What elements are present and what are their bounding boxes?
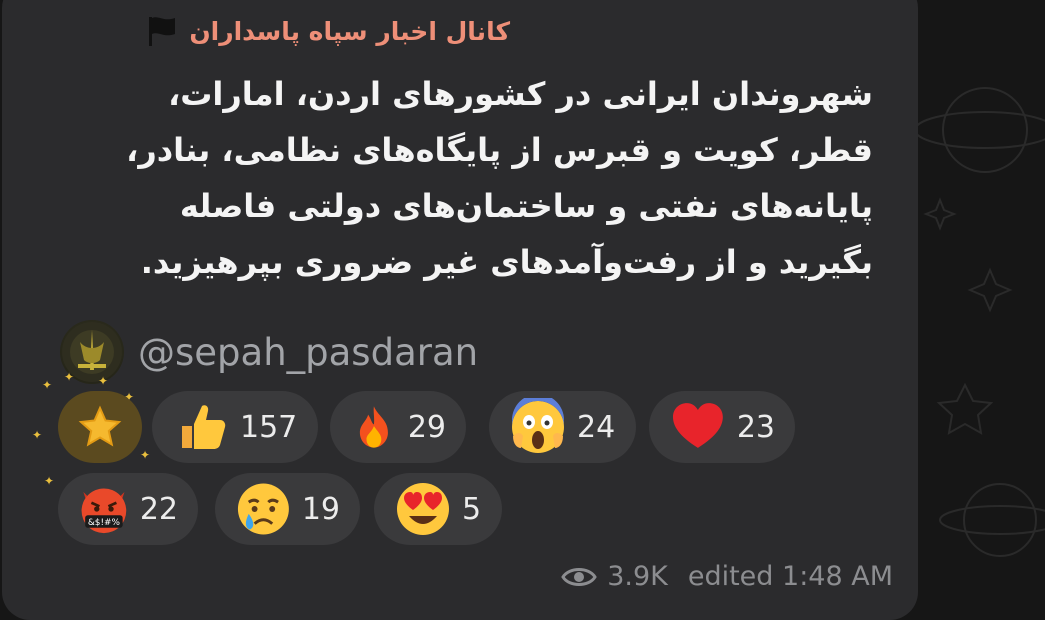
channel-signature: @sepah_pasdaran [60,320,478,384]
fire-icon [359,406,388,448]
edited-time: edited 1:48 AM [687,561,893,592]
reaction-count: 22 [139,491,178,527]
message-line: پایانه‌های نفتی و ساختمان‌های دولتی فاصل… [179,187,873,225]
channel-header: کانال اخبار سپاه پاسداران [145,14,510,48]
sparkle-icon: ✦ [42,378,53,392]
reaction-crying-face[interactable]: 19 [215,473,360,545]
svg-text:&$!#%: &$!#% [88,518,120,528]
reaction-count: 157 [240,409,298,445]
message-line: شهروندان ایرانی در کشورهای اردن، امارات، [168,75,873,113]
channel-name[interactable]: کانال اخبار سپاه پاسداران [189,17,510,46]
reaction-count: 19 [301,491,340,527]
crying-face-icon [237,483,289,535]
reaction-heart-eyes[interactable]: 5 [374,473,502,545]
reaction-red-heart[interactable]: 23 [649,391,795,463]
sparkle-icon: ✦ [98,374,109,388]
sparkle-icon: ✦ [44,474,55,488]
signature-handle-link[interactable]: @sepah_pasdaran [138,331,478,374]
reaction-thumbs-up[interactable]: 157 [152,391,318,463]
message-text: شهروندان ایرانی در کشورهای اردن، امارات،… [113,66,873,290]
paid-star-reaction[interactable] [58,391,142,463]
heart-eyes-icon [397,483,449,535]
reaction-count: 5 [462,491,482,527]
message-meta: 3.9K edited 1:48 AM [561,561,893,592]
red-heart-icon [672,403,723,448]
message-line: بگیرید و از رفت‌وآمدهای غیر ضروری بپرهیز… [140,243,873,281]
star-icon [78,405,122,447]
sparkle-icon: ✦ [32,428,43,442]
reaction-screaming-face[interactable]: 24 [489,391,636,463]
reaction-fire[interactable]: 29 [330,391,466,463]
thumbs-up-icon [182,405,226,449]
eye-icon [561,567,597,586]
black-flag-icon [149,17,176,46]
reaction-count: 23 [736,409,775,445]
reaction-count: 24 [577,409,616,445]
view-count: 3.9K [607,561,668,592]
reaction-count: 29 [407,409,446,445]
reaction-cursing-face[interactable]: &$!#% 22 [58,473,198,545]
sparkle-icon: ✦ [140,448,151,462]
cursing-face-icon: &$!#% [81,488,127,534]
message-line: قطر، کویت و قبرس از پایگاه‌های نظامی، بن… [126,131,873,169]
sparkle-icon: ✦ [64,370,75,384]
screaming-face-icon [512,398,564,453]
